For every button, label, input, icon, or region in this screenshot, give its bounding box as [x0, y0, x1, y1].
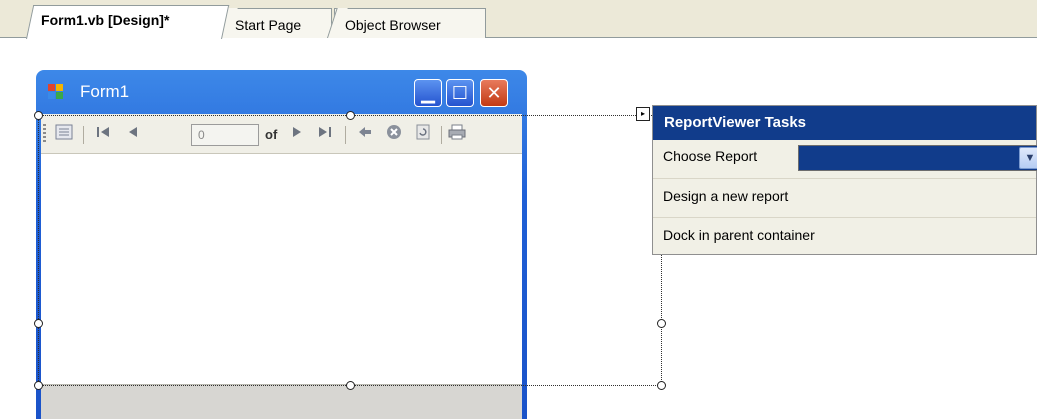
toolbar-grip-icon[interactable] [43, 124, 46, 144]
form-icon [48, 84, 64, 100]
divider [653, 178, 1036, 179]
close-button[interactable]: ✕ [480, 79, 508, 107]
reportviewer-tasks-panel: ReportViewer Tasks Choose Report ▼ Desig… [652, 105, 1037, 255]
tab-form1-design[interactable]: Form1.vb [Design]* [26, 5, 230, 39]
tab-label: Start Page [235, 17, 302, 33]
resize-grab-handle[interactable] [657, 381, 666, 390]
tab-label: Object Browser [345, 17, 441, 33]
resize-grab-handle[interactable] [657, 319, 666, 328]
stop-icon[interactable] [383, 124, 405, 144]
tasks-panel-header: ReportViewer Tasks [653, 106, 1036, 140]
tab-label: Form1.vb [Design]* [41, 12, 170, 28]
smart-tag-glyph-icon[interactable]: ▸ [636, 107, 650, 121]
form-client-area[interactable]: 0 of [41, 114, 522, 419]
resize-grab-handle[interactable] [34, 319, 43, 328]
resize-grab-handle[interactable] [34, 381, 43, 390]
resize-grab-handle[interactable] [346, 381, 355, 390]
page-of-label: of [265, 127, 278, 142]
document-tab-strip: Form1.vb [Design]* Start Page Object Bro… [0, 0, 1037, 39]
page-number-input[interactable]: 0 [191, 124, 259, 146]
previous-page-icon[interactable] [123, 124, 143, 144]
resize-grab-handle[interactable] [34, 111, 43, 120]
parameters-icon[interactable] [53, 124, 75, 144]
form-title: Form1 [80, 82, 130, 101]
choose-report-dropdown[interactable]: ▼ [798, 145, 1037, 171]
first-page-icon[interactable] [93, 124, 113, 144]
resize-grab-handle[interactable] [346, 111, 355, 120]
report-viewer-toolbar: 0 of [41, 114, 522, 154]
last-page-icon[interactable] [315, 124, 335, 144]
next-page-icon[interactable] [287, 124, 307, 144]
choose-report-label: Choose Report [663, 148, 758, 164]
maximize-button[interactable]: ☐ [446, 79, 474, 107]
report-viewer-footer-bar [41, 384, 522, 419]
form-title-bar[interactable]: Form1 ▁ ☐ ✕ [36, 70, 527, 114]
toolbar-separator [345, 126, 346, 144]
form1-window[interactable]: Form1 ▁ ☐ ✕ 0 of [36, 70, 527, 419]
back-icon[interactable] [355, 124, 375, 144]
refresh-icon[interactable] [413, 124, 433, 144]
dock-in-parent-container-link[interactable]: Dock in parent container [663, 227, 815, 243]
selection-outline-left [38, 115, 39, 385]
toolbar-separator [441, 126, 442, 144]
tab-start-page[interactable]: Start Page [224, 8, 332, 38]
divider [653, 217, 1036, 218]
design-new-report-link[interactable]: Design a new report [663, 188, 788, 204]
tab-object-browser[interactable]: Object Browser [334, 8, 486, 38]
toolbar-separator [83, 126, 84, 144]
print-icon[interactable] [447, 124, 467, 144]
minimize-button[interactable]: ▁ [414, 79, 442, 107]
chevron-down-icon[interactable]: ▼ [1019, 147, 1037, 169]
